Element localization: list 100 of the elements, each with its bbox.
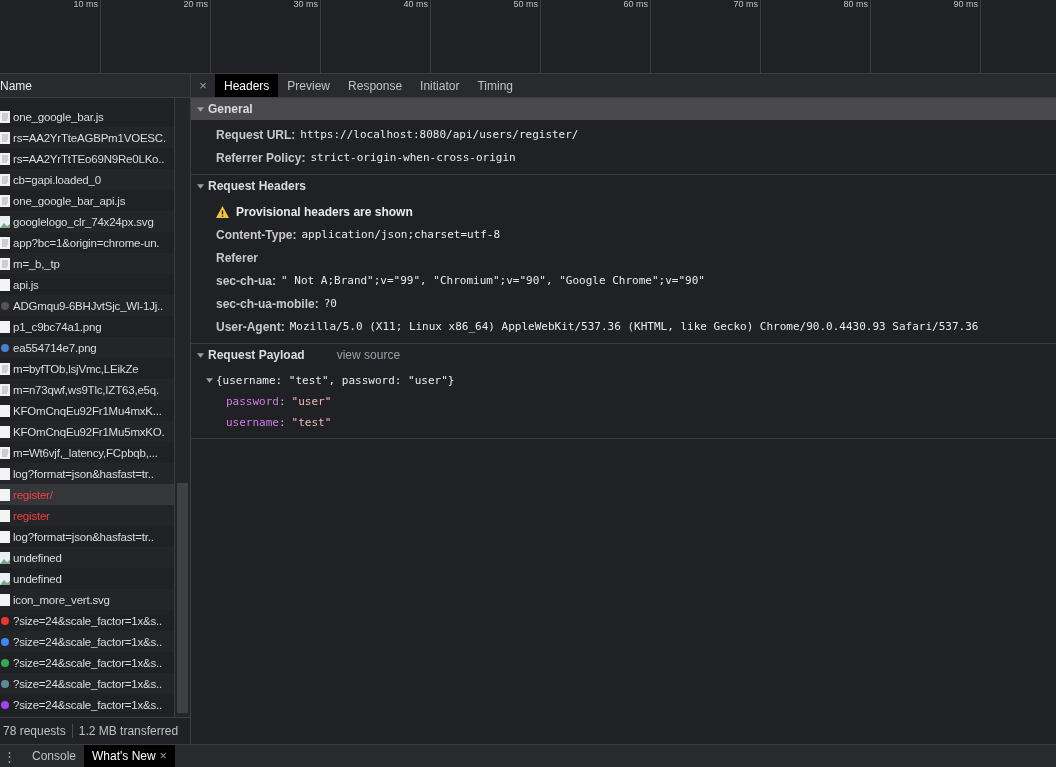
time-tick-label: 60 ms xyxy=(623,0,649,9)
expand-triangle-icon xyxy=(197,105,204,113)
property-key: username xyxy=(226,416,279,429)
image-file-icon xyxy=(0,215,10,228)
request-name: ADGmqu9-6BHJvtSjc_Wl-1Jj.. xyxy=(13,299,164,312)
tab[interactable]: Headers xyxy=(215,74,279,97)
request-name: googlelogo_clr_74x24px.svg xyxy=(13,215,154,228)
request-row[interactable]: register xyxy=(0,505,175,526)
request-name: register/ xyxy=(13,488,53,501)
favicon-icon xyxy=(0,635,10,648)
request-name: log?format=json&hasfast=tr.. xyxy=(13,467,154,480)
request-name: KFOmCnqEu92Fr1Mu5mxKO. xyxy=(13,425,165,438)
time-tick-label: 50 ms xyxy=(513,0,539,9)
request-name: one_google_bar_api.js xyxy=(13,194,126,207)
request-row[interactable]: m=_b,_tp xyxy=(0,253,175,274)
favicon-icon xyxy=(0,614,10,627)
expand-triangle-icon xyxy=(206,376,213,384)
header-name: sec-ch-ua: xyxy=(216,273,277,288)
time-tick-label: 20 ms xyxy=(183,0,209,9)
section-header[interactable]: General xyxy=(191,98,1056,120)
tab[interactable]: Response xyxy=(339,74,412,97)
name-column-header[interactable]: Name xyxy=(0,74,190,98)
request-row[interactable]: ?size=24&scale_factor=1x&s.. xyxy=(0,673,175,694)
request-name: KFOmCnqEu92Fr1Mu4mxK... xyxy=(13,404,162,417)
request-row[interactable]: undefined xyxy=(0,547,175,568)
request-name: m=_b,_tp xyxy=(13,257,60,270)
favicon-icon xyxy=(0,677,10,690)
request-name: rs=AA2YrTteAGBPm1VOESC. xyxy=(13,131,166,144)
script-file-icon xyxy=(0,362,10,375)
favicon-icon xyxy=(0,299,10,312)
header-name: Referrer Policy: xyxy=(216,150,306,165)
request-row[interactable]: log?format=json&hasfast=tr.. xyxy=(0,463,175,484)
header-value: https://localhost:8080/api/users/register/ xyxy=(300,128,579,141)
tab[interactable]: Timing xyxy=(468,74,522,97)
script-file-icon xyxy=(0,110,10,123)
request-name: log?format=json&hasfast=tr.. xyxy=(13,530,154,543)
section-header[interactable]: Request Headers xyxy=(191,175,1056,197)
file-icon xyxy=(0,530,10,543)
property-separator: : xyxy=(279,395,286,408)
summary-text: 1.2 MB transferred xyxy=(71,724,185,738)
request-name: api.js xyxy=(13,278,39,291)
time-tick-label: 70 ms xyxy=(733,0,759,9)
request-name: rs=AA2YrTtTEo69N9Re0LKo.. xyxy=(13,152,165,165)
request-name: ?size=24&scale_factor=1x&s.. xyxy=(13,656,163,669)
view-source-link[interactable]: view source xyxy=(336,348,401,362)
header-value: ?0 xyxy=(323,297,337,310)
header-name: Referer xyxy=(216,250,259,265)
property-value: "test" xyxy=(291,416,332,429)
tab[interactable]: Initiator xyxy=(411,74,469,97)
script-file-icon xyxy=(0,446,10,459)
close-button[interactable]: × xyxy=(191,74,215,97)
request-row[interactable]: ?size=24&scale_factor=1x&s.. xyxy=(0,631,175,652)
request-row[interactable]: googlelogo_clr_74x24px.svg xyxy=(0,211,175,232)
request-name: cb=gapi.loaded_0 xyxy=(13,173,101,186)
favicon-icon xyxy=(0,341,10,354)
favicon-icon xyxy=(0,698,10,711)
script-file-icon xyxy=(0,257,10,270)
file-icon xyxy=(0,278,10,291)
script-file-icon xyxy=(0,131,10,144)
request-name: icon_more_vert.svg xyxy=(13,593,110,606)
request-row[interactable]: ADGmqu9-6BHJvtSjc_Wl-1Jj.. xyxy=(0,295,175,316)
request-row[interactable]: icon_more_vert.svg xyxy=(0,589,175,610)
request-row[interactable]: ea554714e7.png xyxy=(0,337,175,358)
script-file-icon xyxy=(0,383,10,396)
request-row[interactable]: cb=gapi.loaded_0 xyxy=(0,169,175,190)
request-row[interactable]: rs=AA2YrTteAGBPm1VOESC. xyxy=(0,127,175,148)
script-file-icon xyxy=(0,194,10,207)
request-name: undefined xyxy=(13,551,62,564)
close-button[interactable]: × xyxy=(159,749,167,763)
time-tick-label: 40 ms xyxy=(403,0,429,9)
file-icon xyxy=(0,467,10,480)
image-file-icon xyxy=(0,551,10,564)
notice-text: Provisional headers are shown xyxy=(236,204,413,219)
header-name: sec-ch-ua-mobile: xyxy=(216,296,319,311)
payload-object[interactable]: {username: "test", password: "user"} xyxy=(206,369,1056,391)
script-file-icon xyxy=(0,236,10,249)
script-file-icon xyxy=(0,173,10,186)
request-name: ?size=24&scale_factor=1x&s.. xyxy=(13,614,163,627)
drawer-tab[interactable]: Console xyxy=(24,745,85,767)
file-icon xyxy=(0,509,10,522)
header-name: User-Agent: xyxy=(216,319,285,334)
request-row[interactable]: m=n73qwf,ws9Tlc,IZT63,e5q. xyxy=(0,379,175,400)
section-header[interactable]: Request Payload view source xyxy=(191,344,1056,366)
request-name: p1_c9bc74a1.png xyxy=(13,320,102,333)
expand-triangle-icon xyxy=(197,182,204,190)
header-value: application/json;charset=utf-8 xyxy=(301,228,501,241)
request-row[interactable]: KFOmCnqEu92Fr1Mu5mxKO. xyxy=(0,421,175,442)
drawer-tab[interactable]: What's New × xyxy=(84,745,175,767)
file-icon xyxy=(0,404,10,417)
tab[interactable]: Preview xyxy=(278,74,340,97)
scrollbar[interactable] xyxy=(174,98,190,717)
request-name: undefined xyxy=(13,572,62,585)
request-name: ?size=24&scale_factor=1x&s.. xyxy=(13,635,163,648)
menu-button[interactable]: ⋮ xyxy=(0,745,18,767)
expand-triangle-icon xyxy=(197,351,204,359)
summary-text: 78 requests xyxy=(2,724,67,738)
time-tick-label: 10 ms xyxy=(73,0,99,9)
request-name: m=byfTOb,lsjVmc,LEikZe xyxy=(13,362,139,375)
header-value: Mozilla/5.0 (X11; Linux x86_64) AppleWebKit/537.36 (KHTML, like Gecko) Chrome/90.0.4430.93 Safari/537.36 xyxy=(289,320,979,333)
header-name: Content-Type: xyxy=(216,227,297,242)
